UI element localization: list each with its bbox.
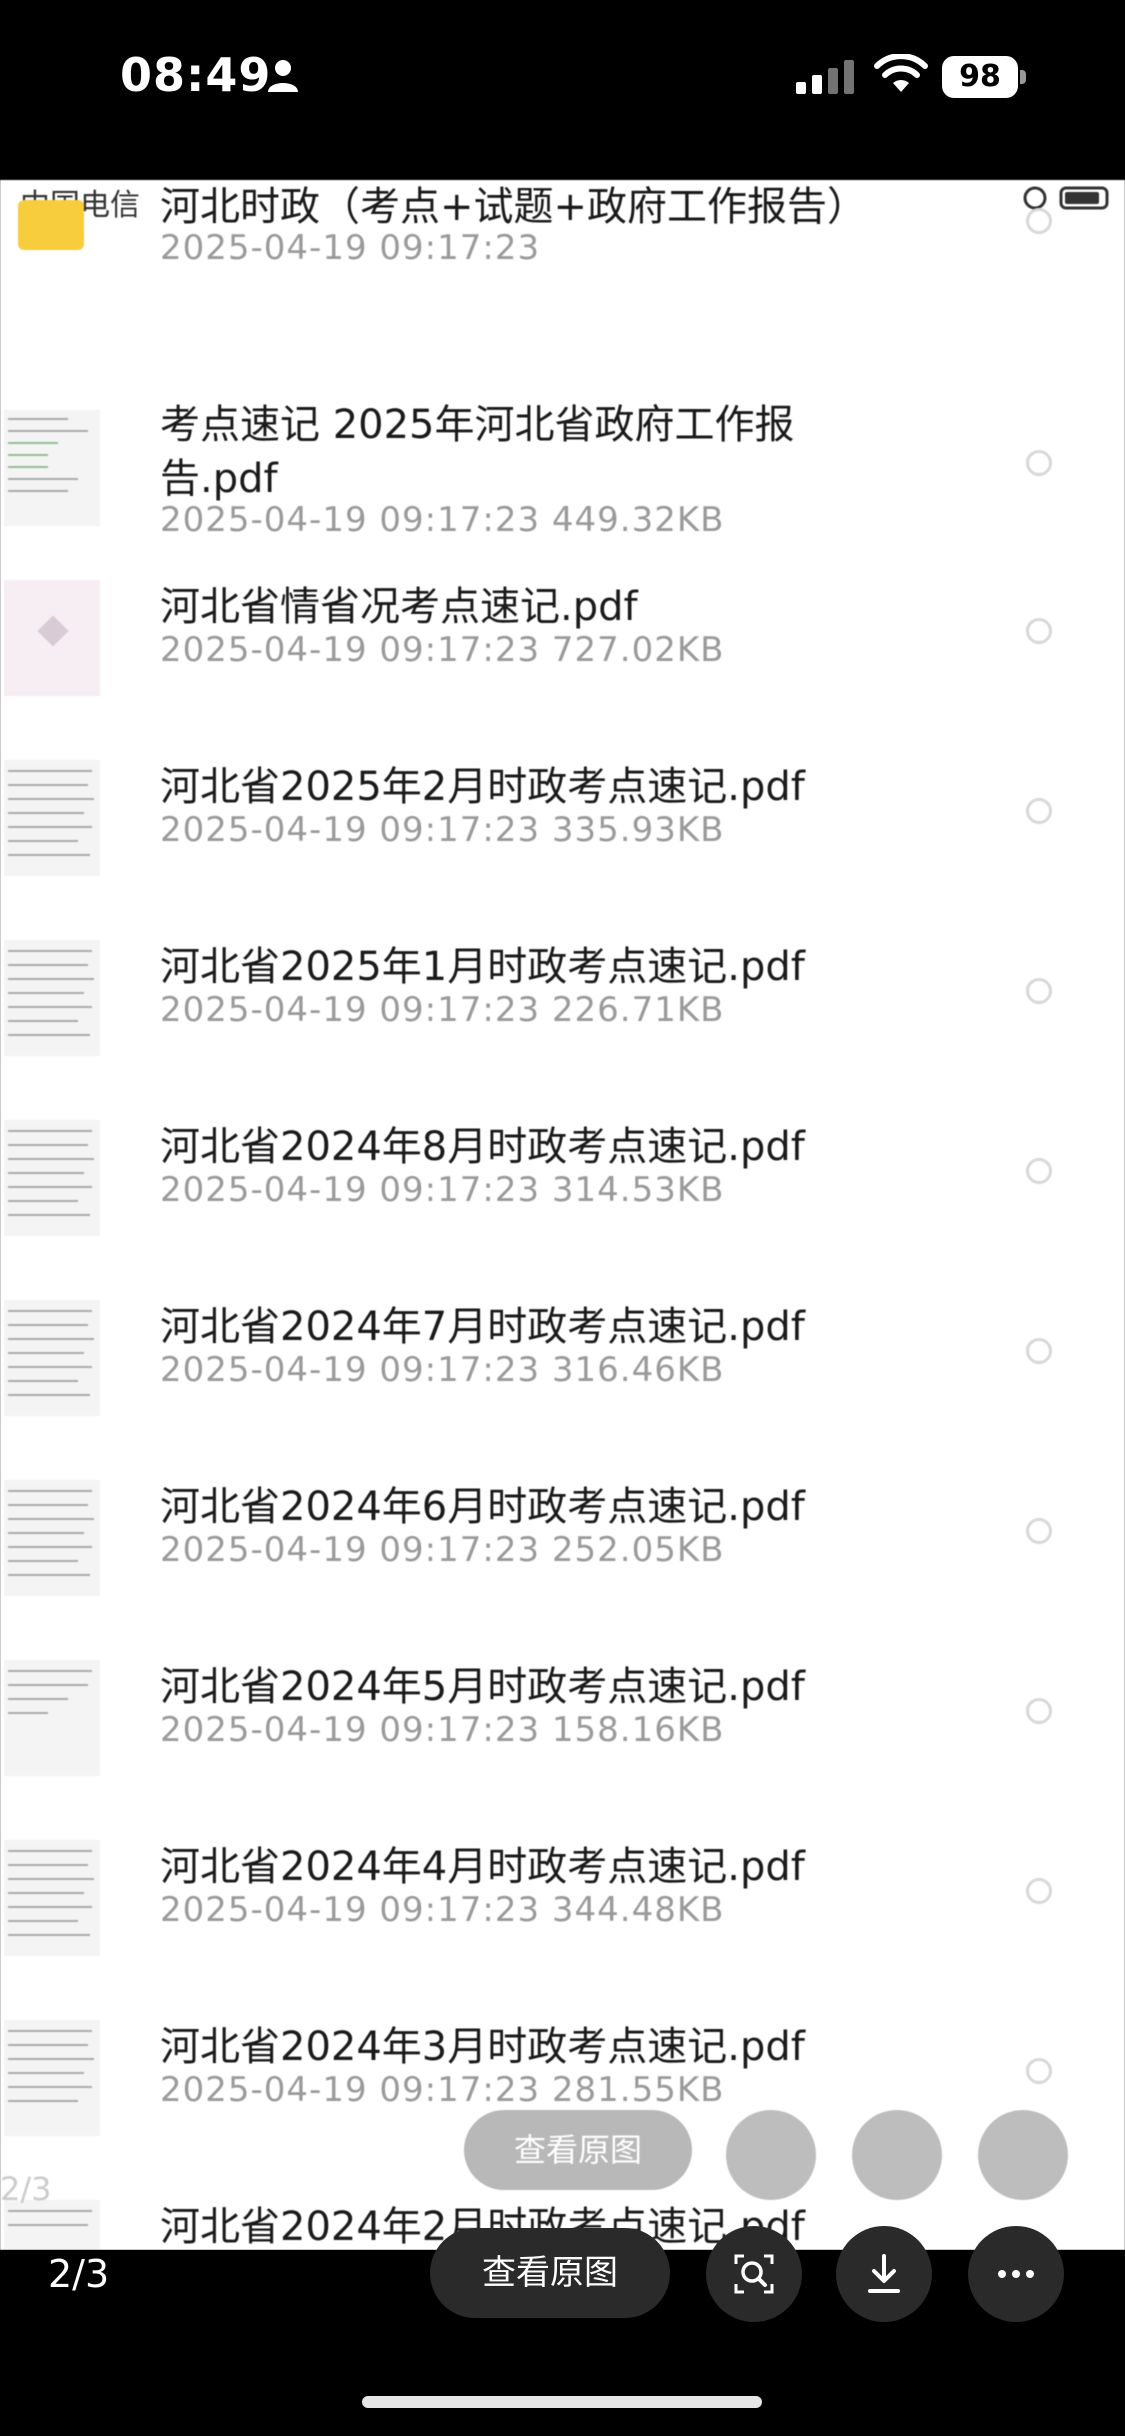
folder-icon [18, 200, 84, 250]
view-original-button[interactable]: 查看原图 [430, 2228, 670, 2318]
file-row[interactable]: 河北省情省况考点速记.pdf 2025-04-19 09:17:23 727.0… [0, 570, 1125, 750]
select-radio[interactable] [1026, 208, 1052, 234]
select-radio[interactable] [1026, 1518, 1052, 1544]
pdf-thumbnail-icon [4, 580, 100, 696]
pdf-thumbnail-icon [4, 1480, 100, 1596]
file-row[interactable]: 河北省2025年2月时政考点速记.pdf 2025-04-19 09:17:23… [0, 750, 1125, 930]
file-name: 河北省2025年1月时政考点速记.pdf [160, 944, 805, 990]
file-name: 河北省2024年5月时政考点速记.pdf [160, 1664, 805, 1710]
file-meta: 2025-04-19 09:17:23 226.71KB [160, 990, 725, 1030]
file-meta: 2025-04-19 09:17:23 335.93KB [160, 810, 725, 850]
file-row[interactable]: 河北省2024年5月时政考点速记.pdf 2025-04-19 09:17:23… [0, 1650, 1125, 1830]
select-radio[interactable] [1026, 1698, 1052, 1724]
file-meta: 2025-04-19 09:17:23 449.32KB [160, 500, 725, 540]
file-meta: 2025-04-19 09:17:23 158.16KB [160, 1710, 725, 1750]
file-meta: 2025-04-19 09:17:23 316.46KB [160, 1350, 725, 1390]
select-radio[interactable] [1026, 1338, 1052, 1364]
file-row[interactable]: 河北省2024年7月时政考点速记.pdf 2025-04-19 09:17:23… [0, 1290, 1125, 1470]
search-button[interactable] [706, 2226, 802, 2322]
file-meta: 2025-04-19 09:17:23 [160, 228, 541, 268]
file-meta: 2025-04-19 09:17:23 281.55KB [160, 2070, 725, 2110]
photo-search-icon [726, 2110, 816, 2200]
battery-icon: 98 [942, 56, 1026, 98]
photo-page-indicator: 2/3 [0, 2170, 52, 2208]
search-icon [734, 2254, 774, 2294]
signal-icon [796, 60, 854, 94]
pdf-thumbnail-icon [4, 410, 100, 526]
file-meta: 2025-04-19 09:17:23 314.53KB [160, 1170, 725, 1210]
more-icon [998, 2270, 1034, 2278]
pdf-thumbnail-icon [4, 1660, 100, 1776]
home-indicator[interactable] [362, 2396, 762, 2408]
pdf-thumbnail-icon [4, 1840, 100, 1956]
download-button[interactable] [836, 2226, 932, 2322]
status-bar: 08:49 98 [0, 0, 1125, 160]
status-time: 08:49 [120, 48, 272, 102]
file-row[interactable]: 河北省2025年1月时政考点速记.pdf 2025-04-19 09:17:23… [0, 930, 1125, 1110]
page-indicator: 2/3 [48, 2252, 110, 2296]
file-meta: 2025-04-19 09:17:23 252.05KB [160, 1530, 725, 1570]
pdf-thumbnail-icon [4, 940, 100, 1056]
photo-view-original-chip: 查看原图 [464, 2110, 692, 2190]
file-row[interactable]: 河北省2024年4月时政考点速记.pdf 2025-04-19 09:17:23… [0, 1830, 1125, 2010]
photo-download-icon [852, 2110, 942, 2200]
file-name: 考点速记 2025年河北省政府工作报告.pdf [160, 402, 795, 502]
file-name: 河北省2024年3月时政考点速记.pdf [160, 2024, 805, 2070]
select-radio[interactable] [1026, 978, 1052, 1004]
pdf-thumbnail-icon [4, 2020, 100, 2136]
file-name: 河北省情省况考点速记.pdf [160, 584, 638, 630]
more-button[interactable] [968, 2226, 1064, 2322]
file-name: 河北省2024年7月时政考点速记.pdf [160, 1304, 805, 1350]
select-radio[interactable] [1026, 618, 1052, 644]
select-radio[interactable] [1026, 798, 1052, 824]
file-name: 河北省2024年4月时政考点速记.pdf [160, 1844, 805, 1890]
file-name: 河北时政（考点+试题+政府工作报告） [160, 184, 868, 230]
file-meta: 2025-04-19 09:17:23 727.02KB [160, 630, 725, 670]
file-name: 河北省2024年6月时政考点速记.pdf [160, 1484, 805, 1530]
file-row[interactable]: 考点速记 2025年河北省政府工作报告.pdf 2025-04-19 09:17… [0, 350, 1125, 540]
select-radio[interactable] [1026, 2058, 1052, 2084]
download-icon [868, 2254, 900, 2293]
select-radio[interactable] [1026, 450, 1052, 476]
pdf-thumbnail-icon [4, 1120, 100, 1236]
photo-viewer-image[interactable]: 中国电信 河北时政（考点+试题+政府工作报告） 2025-04-19 09:17… [0, 180, 1125, 2250]
battery-level: 98 [942, 56, 1018, 98]
file-name: 河北省2025年2月时政考点速记.pdf [160, 764, 805, 810]
file-row[interactable]: 河北时政（考点+试题+政府工作报告） 2025-04-19 09:17:23 [0, 180, 1125, 360]
file-meta: 2025-04-19 09:17:23 344.48KB [160, 1890, 725, 1930]
wifi-icon [874, 54, 928, 92]
file-row[interactable]: 河北省2024年8月时政考点速记.pdf 2025-04-19 09:17:23… [0, 1110, 1125, 1290]
person-icon [268, 60, 298, 92]
photo-more-icon [978, 2110, 1068, 2200]
battery-tip [1020, 70, 1026, 84]
select-radio[interactable] [1026, 1878, 1052, 1904]
file-name: 河北省2024年8月时政考点速记.pdf [160, 1124, 805, 1170]
pdf-thumbnail-icon [4, 1300, 100, 1416]
file-row[interactable]: 河北省2024年6月时政考点速记.pdf 2025-04-19 09:17:23… [0, 1470, 1125, 1650]
select-radio[interactable] [1026, 1158, 1052, 1184]
pdf-thumbnail-icon [4, 760, 100, 876]
